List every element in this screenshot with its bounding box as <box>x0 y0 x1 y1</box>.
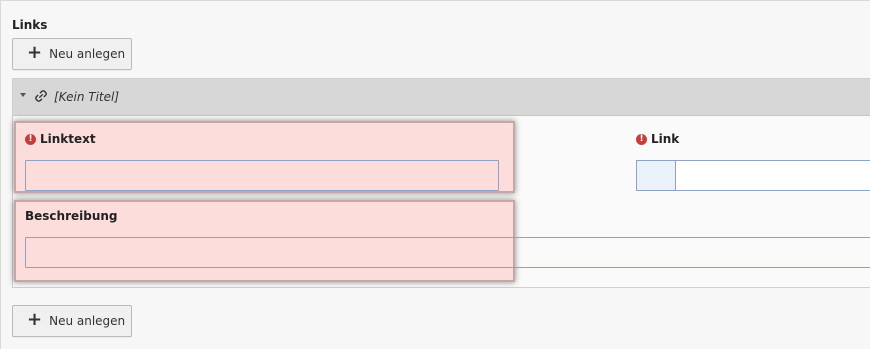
link-icon <box>35 90 47 102</box>
beschreibung-label: Beschreibung <box>25 209 118 223</box>
linktext-input[interactable] <box>25 160 499 191</box>
link-input[interactable] <box>676 161 870 190</box>
caret-down-icon[interactable] <box>20 93 26 97</box>
new-record-label: Neu anlegen <box>49 314 126 328</box>
link-label-text: Link <box>651 132 680 146</box>
beschreibung-input[interactable] <box>25 237 870 268</box>
new-record-button-bottom[interactable]: + Neu anlegen <box>12 305 132 337</box>
link-browser-button[interactable] <box>637 161 676 190</box>
plus-icon: + <box>27 309 43 330</box>
plus-icon: + <box>27 42 43 63</box>
section-title: Links <box>12 18 48 32</box>
new-record-label: Neu anlegen <box>49 47 126 61</box>
error-icon: ! <box>636 133 647 145</box>
error-icon: ! <box>25 133 36 145</box>
new-record-button-top[interactable]: + Neu anlegen <box>12 38 132 70</box>
link-label: ! Link <box>636 132 679 146</box>
linktext-label-text: Linktext <box>40 132 96 146</box>
beschreibung-label-text: Beschreibung <box>25 209 118 223</box>
link-field <box>636 160 870 191</box>
record-header[interactable]: [Kein Titel] <box>13 79 870 116</box>
linktext-label: ! Linktext <box>25 132 96 146</box>
record-title[interactable]: [Kein Titel] <box>54 90 119 104</box>
